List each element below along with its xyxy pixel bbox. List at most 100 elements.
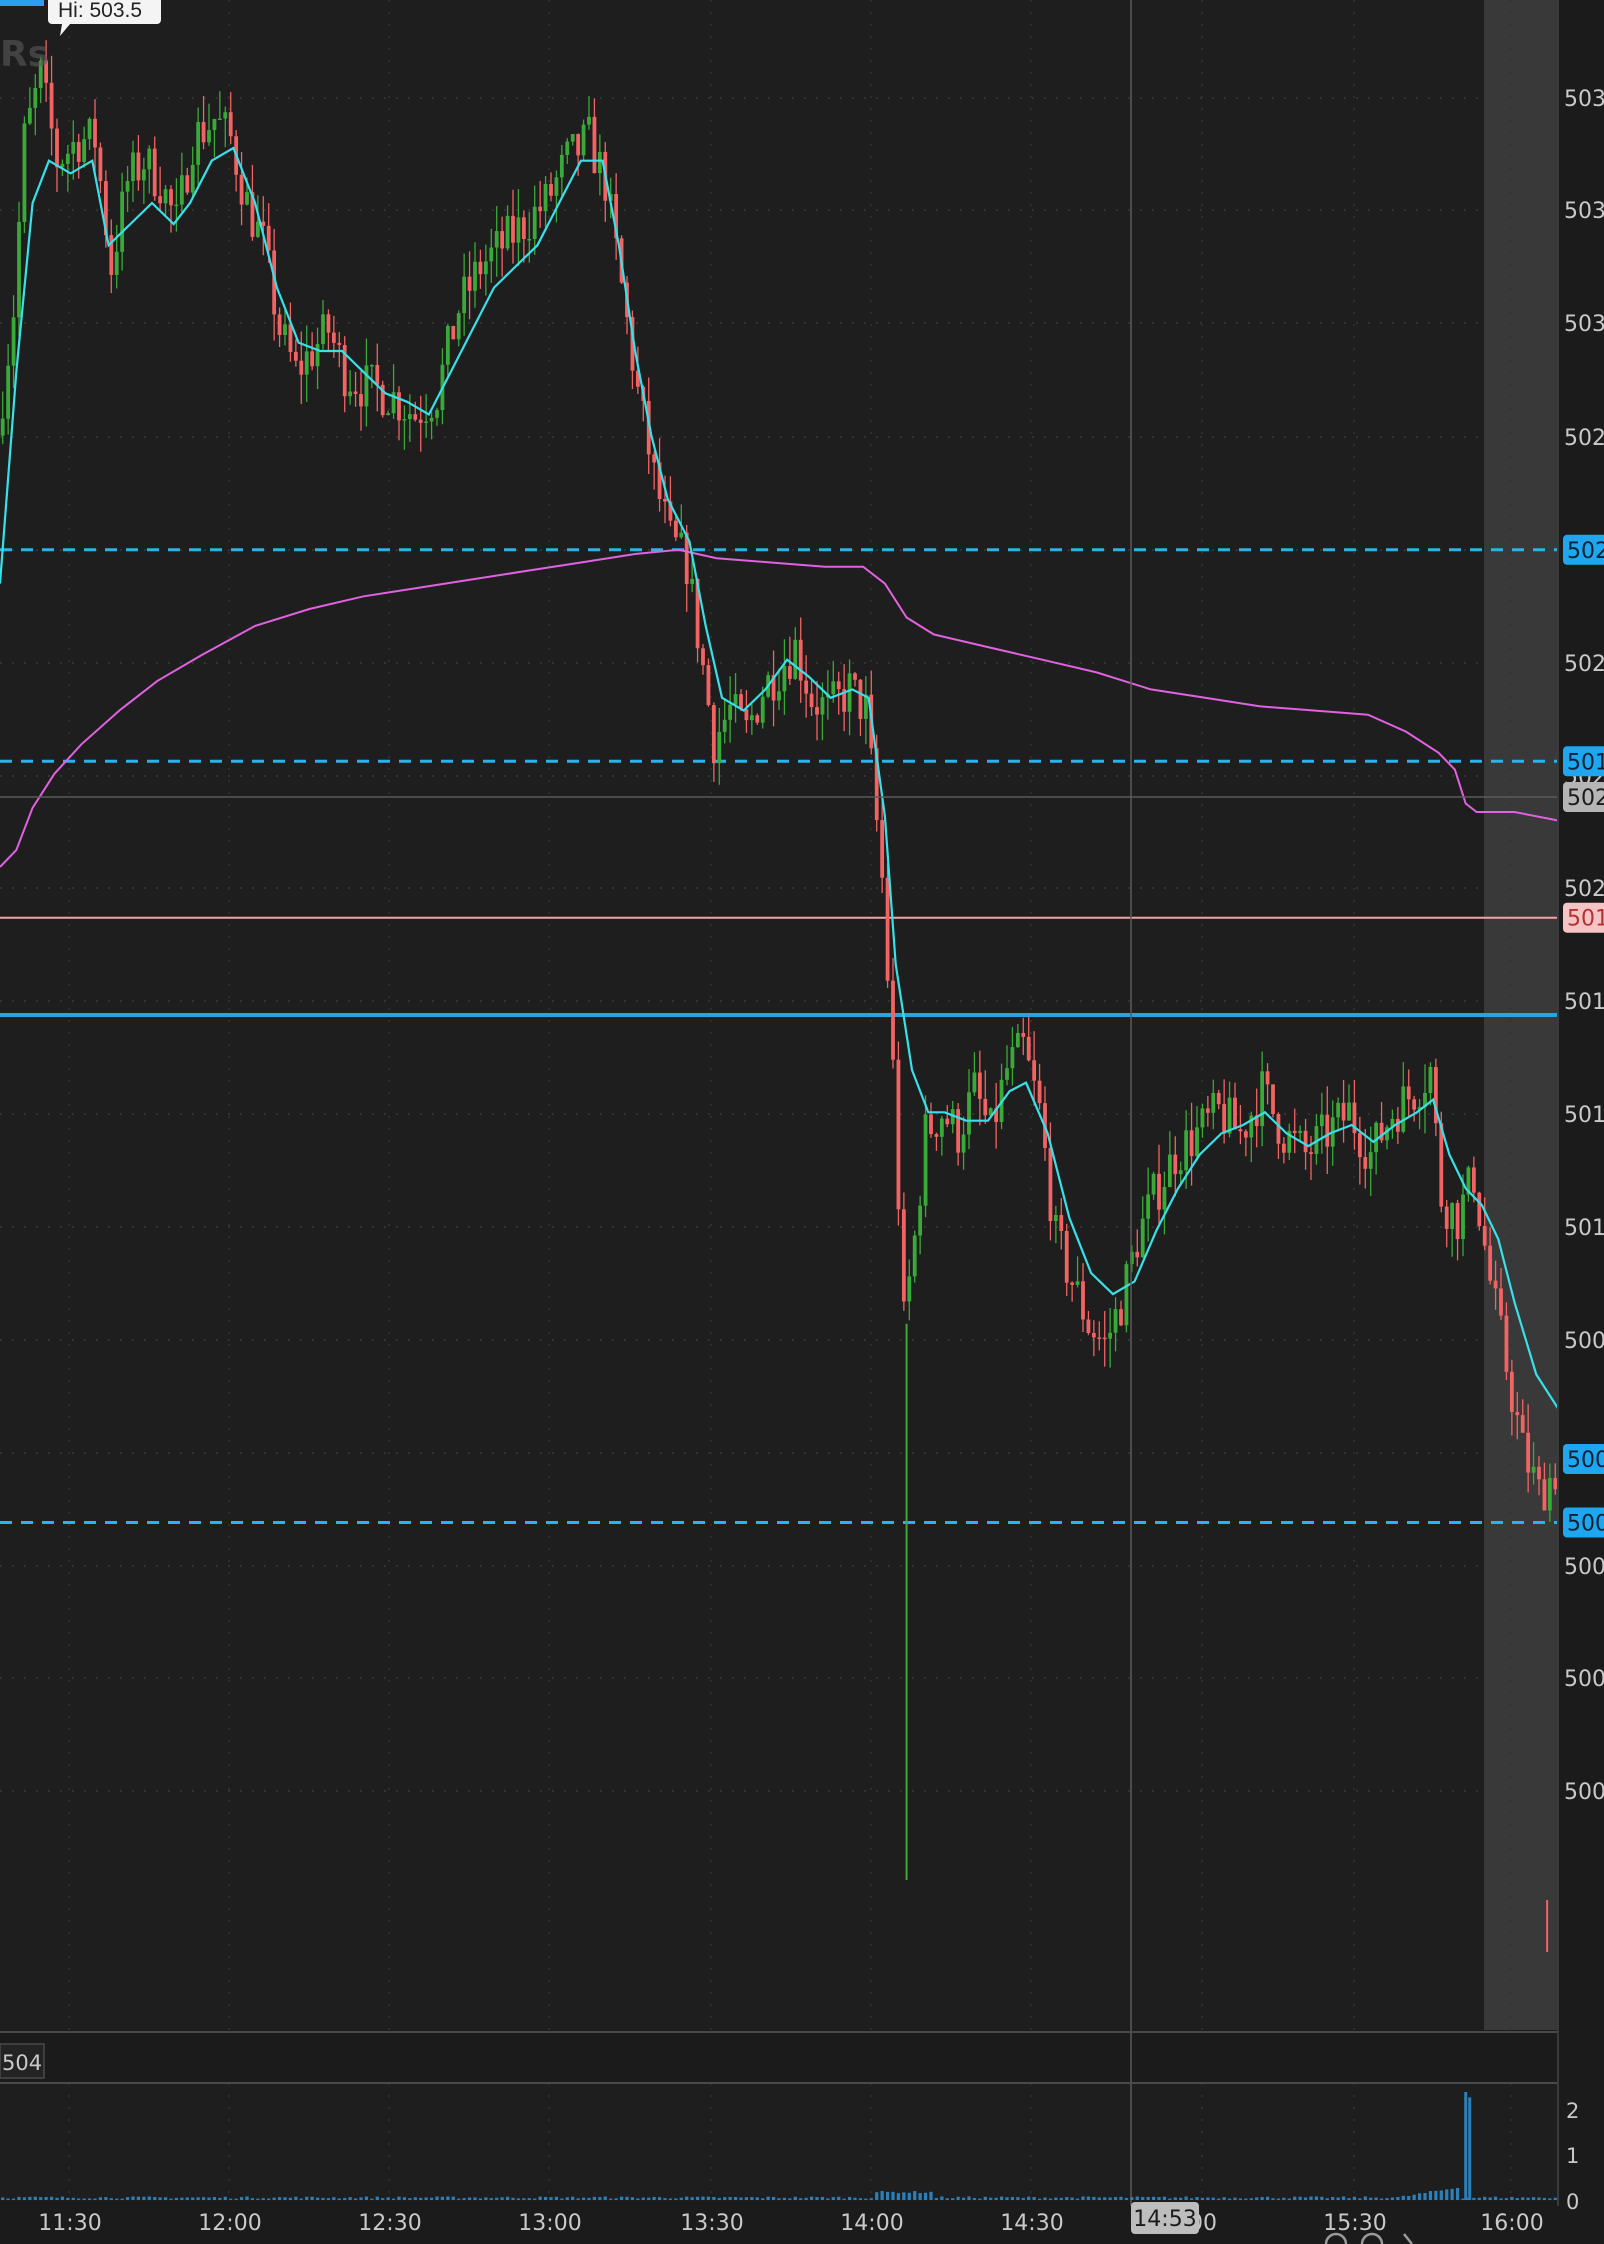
candle-up <box>424 421 429 424</box>
candle-up <box>1113 1309 1118 1333</box>
candle-up <box>82 139 87 162</box>
candle-up <box>939 1118 944 1137</box>
candle-up <box>1167 1154 1172 1188</box>
candle-up <box>1319 1114 1324 1127</box>
candle-down <box>413 414 418 420</box>
candle-up <box>1336 1102 1341 1118</box>
price-tick-label: 501 <box>1564 1216 1604 1241</box>
candle-down <box>1515 1412 1520 1416</box>
candle-up <box>435 410 439 418</box>
candle-down <box>901 1209 906 1302</box>
price-badge-label: 501 <box>1567 907 1604 932</box>
time-tick-label: 14:00 <box>840 2211 903 2236</box>
hi-marker-stub <box>0 0 44 6</box>
candle-down <box>1026 1036 1031 1061</box>
candle-down <box>1553 1478 1558 1490</box>
candle-down <box>880 820 885 878</box>
price-tick-label: 503 <box>1564 312 1604 337</box>
candle-down <box>136 152 141 181</box>
candle-down <box>576 134 581 156</box>
candle-down <box>858 679 863 719</box>
candle-down <box>467 276 472 291</box>
price-badge-label: 500 <box>1567 1512 1604 1537</box>
candle-up <box>386 413 391 416</box>
candle-up <box>1195 1127 1199 1157</box>
candle-down <box>1444 1206 1449 1229</box>
candle-up <box>961 1134 966 1153</box>
candle-down <box>1537 1466 1541 1480</box>
candle-up <box>163 189 168 204</box>
candle-up <box>71 141 76 154</box>
candle-down <box>673 520 678 538</box>
candle-down <box>787 666 792 679</box>
candle-down <box>1357 1133 1362 1158</box>
candle-up <box>918 1205 923 1236</box>
candle-down <box>1222 1104 1227 1134</box>
candle-down <box>418 419 423 423</box>
candle-up <box>831 681 836 695</box>
candle-up <box>1146 1194 1151 1219</box>
candle-up <box>369 364 374 367</box>
candle-down <box>293 351 298 361</box>
price-tick-label: 501 <box>1564 1103 1604 1128</box>
candle-up <box>6 365 11 419</box>
price-badge-label: 500 <box>1567 1448 1604 1473</box>
volume-panel-background <box>0 2083 1558 2201</box>
price-tick-label: 500 <box>1564 1780 1604 1805</box>
candle-down <box>353 391 358 395</box>
candle-down <box>1509 1371 1514 1413</box>
candle-up <box>1428 1066 1433 1093</box>
candle-down <box>934 1134 939 1137</box>
candle-up <box>456 313 461 340</box>
candle-up <box>196 122 201 165</box>
price-chart[interactable]: 504 Hi: 503.5 Rs 503 503 503 502 502 502 502 50… <box>0 0 1604 2244</box>
candle-up <box>212 118 217 131</box>
price-tick-label: 500 <box>1564 1667 1604 1692</box>
candle-down <box>1157 1173 1161 1210</box>
candle-down <box>1086 1319 1091 1333</box>
candle-up <box>733 694 738 705</box>
candle-up <box>559 154 564 178</box>
candle-up <box>847 673 852 712</box>
candle-down <box>836 681 841 690</box>
candle-down <box>1276 1114 1281 1144</box>
candle-down <box>1091 1332 1096 1338</box>
candle-up <box>402 419 407 421</box>
candle-up <box>1010 1047 1015 1069</box>
candle-up <box>690 578 695 584</box>
candle-up <box>179 175 184 205</box>
candle-up <box>1053 1214 1058 1222</box>
candle-down <box>326 314 331 333</box>
candle-up <box>494 231 499 248</box>
candle-down <box>1173 1154 1178 1175</box>
time-tick-label: 13:30 <box>680 2211 743 2236</box>
candle-up <box>65 153 70 164</box>
candle-down <box>663 498 667 502</box>
candle-down <box>1303 1130 1308 1153</box>
candle-down <box>1526 1432 1531 1473</box>
candle-down <box>158 196 163 204</box>
candle-down <box>478 261 483 275</box>
candle-up <box>1124 1264 1129 1326</box>
volume-tick-label: 2 <box>1566 2099 1579 2123</box>
candle-up <box>348 391 353 397</box>
candle-up <box>554 177 559 196</box>
candle-up <box>321 314 325 345</box>
candle-down <box>337 342 342 346</box>
candle-up <box>1211 1092 1216 1113</box>
candle-up <box>429 417 434 422</box>
crosshair-time-label: 14:53 <box>1133 2207 1196 2232</box>
candle-down <box>55 128 59 168</box>
candle-down <box>853 673 857 680</box>
candle-down <box>711 705 716 764</box>
candle-down <box>1135 1251 1140 1258</box>
candle-up <box>483 261 488 275</box>
candle-up <box>1151 1173 1156 1195</box>
price-badge-label: 501 <box>1567 750 1604 775</box>
candle-down <box>169 189 173 206</box>
candle-up <box>1005 1068 1009 1080</box>
volume-axis: 2 1 0 <box>1566 2099 1579 2214</box>
candle-up <box>1108 1332 1113 1339</box>
candle-up <box>1260 1071 1265 1127</box>
candle-up <box>912 1235 917 1277</box>
